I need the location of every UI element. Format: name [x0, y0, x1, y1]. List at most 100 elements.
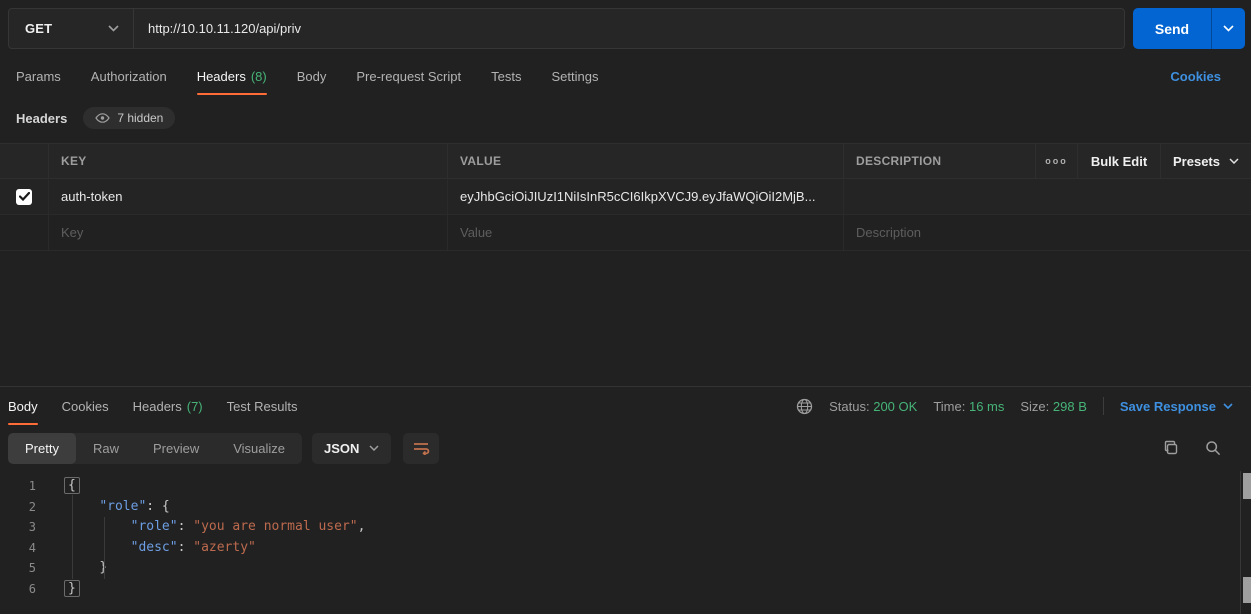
code-token: } — [64, 580, 80, 597]
select-all-column — [0, 144, 48, 178]
line-number: 5 — [0, 558, 46, 579]
column-description: DESCRIPTION — [856, 154, 941, 168]
bulk-edit-button[interactable]: Bulk Edit — [1091, 154, 1147, 169]
code-token: : — [178, 540, 194, 555]
line-number: 3 — [0, 517, 46, 538]
view-raw[interactable]: Raw — [76, 433, 136, 464]
wrap-text-icon — [412, 441, 430, 455]
code-line: 1{ — [0, 476, 1251, 497]
tab-headers[interactable]: Headers (8) — [197, 57, 267, 95]
code-token: { — [64, 477, 80, 494]
line-number: 2 — [0, 497, 46, 518]
headers-subheader: Headers 7 hidden — [0, 101, 1251, 135]
copy-icon[interactable] — [1163, 440, 1179, 456]
chevron-down-icon — [1229, 158, 1239, 164]
search-icon[interactable] — [1205, 440, 1221, 456]
format-label: JSON — [324, 441, 359, 456]
column-key: KEY — [61, 154, 87, 168]
new-key-input[interactable] — [61, 225, 435, 240]
code-token: , — [358, 519, 366, 534]
method-select[interactable]: GET — [9, 9, 134, 48]
line-number: 6 — [0, 579, 46, 600]
headers-table: KEY VALUE DESCRIPTION ooo Bulk Edit Pres… — [0, 143, 1251, 251]
scrollbar-thumb[interactable] — [1243, 473, 1251, 499]
presets-dropdown[interactable]: Presets — [1173, 154, 1220, 169]
code-token: "you are normal user" — [193, 519, 357, 534]
row-enabled-checkbox[interactable] — [16, 189, 32, 205]
size-badge: Size: 298 B — [1020, 399, 1087, 414]
new-value-input[interactable] — [460, 225, 831, 240]
code-line: 6} — [0, 579, 1251, 600]
divider — [1103, 397, 1104, 415]
code-line: 3 "role": "you are normal user", — [0, 517, 1251, 538]
response-tab-bar: Body Cookies Headers (7) Test Results St… — [0, 387, 1251, 425]
chevron-down-icon — [1223, 403, 1233, 409]
tab-tests[interactable]: Tests — [491, 57, 521, 95]
tab-params[interactable]: Params — [16, 57, 61, 95]
headers-section-title: Headers — [16, 111, 67, 126]
globe-icon[interactable] — [796, 398, 813, 415]
response-tab-test-results[interactable]: Test Results — [227, 387, 298, 425]
scrollbar-thumb[interactable] — [1243, 577, 1251, 603]
code-token: "role" — [99, 499, 146, 514]
header-key-cell[interactable]: auth-token — [61, 189, 122, 204]
view-switcher: Pretty Raw Preview Visualize — [8, 433, 302, 464]
wrap-text-button[interactable] — [403, 433, 439, 464]
code-token: : — [178, 519, 194, 534]
response-tab-cookies[interactable]: Cookies — [62, 387, 109, 425]
response-tab-body[interactable]: Body — [8, 387, 38, 425]
send-button-group: Send — [1133, 8, 1245, 49]
format-dropdown[interactable]: JSON — [312, 433, 391, 464]
tab-authorization[interactable]: Authorization — [91, 57, 167, 95]
method-label: GET — [25, 21, 52, 36]
headers-count-badge: (8) — [251, 69, 267, 84]
tab-body[interactable]: Body — [297, 57, 327, 95]
request-tab-bar: Params Authorization Headers (8) Body Pr… — [0, 57, 1251, 95]
save-response-button[interactable]: Save Response — [1120, 399, 1233, 414]
response-body-editor[interactable]: 1{2 "role": {3 "role": "you are normal u… — [0, 471, 1251, 611]
send-options-button[interactable] — [1211, 8, 1245, 49]
response-pane: Body Cookies Headers (7) Test Results St… — [0, 386, 1251, 614]
chevron-down-icon — [108, 25, 119, 32]
time-badge: Time: 16 ms — [933, 399, 1004, 414]
response-headers-count-badge: (7) — [187, 399, 203, 414]
code-token: : { — [146, 499, 169, 514]
send-button[interactable]: Send — [1133, 8, 1211, 49]
code-token — [68, 540, 131, 555]
header-row-empty — [0, 215, 1251, 251]
line-number: 1 — [0, 476, 46, 497]
code-line: 2 "role": { — [0, 497, 1251, 518]
cookies-link[interactable]: Cookies — [1170, 69, 1235, 84]
tab-pre-request-script[interactable]: Pre-request Script — [356, 57, 461, 95]
chevron-down-icon — [369, 445, 379, 451]
code-token: "azerty" — [193, 540, 256, 555]
new-description-input[interactable] — [856, 225, 1239, 240]
line-number: 4 — [0, 538, 46, 559]
request-pane: GET Send Params Authorization Headers (8… — [0, 0, 1251, 251]
chevron-down-icon — [1223, 25, 1234, 32]
response-meta: Status: 200 OK Time: 16 ms Size: 298 B S… — [796, 397, 1243, 415]
response-tab-headers[interactable]: Headers (7) — [133, 387, 203, 425]
hidden-headers-toggle[interactable]: 7 hidden — [83, 107, 175, 129]
url-input[interactable] — [134, 9, 1124, 48]
view-visualize[interactable]: Visualize — [216, 433, 302, 464]
response-toolbar: Pretty Raw Preview Visualize JSON — [0, 425, 1251, 471]
code-token: "desc" — [131, 540, 178, 555]
code-token: "role" — [131, 519, 178, 534]
url-bar: GET Send — [0, 0, 1251, 57]
header-value-cell[interactable]: eyJhbGciOiJIUzI1NiIsInR5cCI6IkpXVCJ9.eyJ… — [460, 189, 815, 204]
code-line: 5 } — [0, 558, 1251, 579]
view-preview[interactable]: Preview — [136, 433, 216, 464]
scrollbar-track[interactable] — [1240, 471, 1251, 614]
code-line: 4 "desc": "azerty" — [0, 538, 1251, 559]
more-actions-icon[interactable]: ooo — [1045, 156, 1068, 166]
headers-table-header: KEY VALUE DESCRIPTION ooo Bulk Edit Pres… — [0, 143, 1251, 179]
hidden-headers-label: 7 hidden — [117, 111, 163, 125]
view-pretty[interactable]: Pretty — [8, 433, 76, 464]
header-row-auth-token: auth-token eyJhbGciOiJIUzI1NiIsInR5cCI6I… — [0, 179, 1251, 215]
code-token — [68, 519, 131, 534]
eye-icon — [95, 113, 110, 123]
fold-guide-line — [72, 495, 73, 579]
tab-settings[interactable]: Settings — [551, 57, 598, 95]
column-value: VALUE — [460, 154, 501, 168]
